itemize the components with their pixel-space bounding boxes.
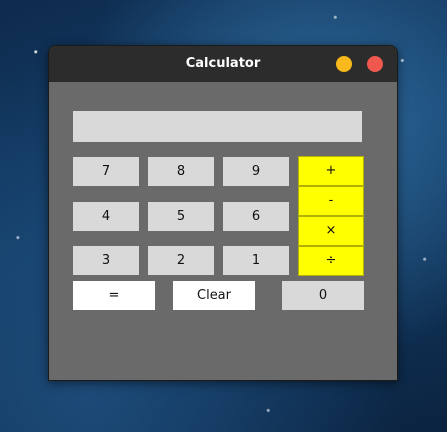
multiply-button[interactable]: × (298, 216, 364, 246)
display-field[interactable] (73, 111, 362, 142)
key-5[interactable]: 5 (148, 202, 214, 231)
close-icon[interactable] (367, 56, 383, 72)
calculator-window: Calculator 7 8 9 4 5 6 3 2 1 + - × ÷ = C… (48, 45, 398, 381)
plus-button[interactable]: + (298, 156, 364, 186)
key-6[interactable]: 6 (223, 202, 289, 231)
equals-button[interactable]: = (73, 281, 155, 310)
title-bar[interactable]: Calculator (49, 46, 397, 82)
key-7[interactable]: 7 (73, 157, 139, 186)
key-8[interactable]: 8 (148, 157, 214, 186)
divide-button[interactable]: ÷ (298, 246, 364, 276)
key-4[interactable]: 4 (73, 202, 139, 231)
key-2[interactable]: 2 (148, 246, 214, 275)
clear-button[interactable]: Clear (173, 281, 255, 310)
key-3[interactable]: 3 (73, 246, 139, 275)
minimize-icon[interactable] (336, 56, 352, 72)
key-0[interactable]: 0 (282, 281, 364, 310)
key-1[interactable]: 1 (223, 246, 289, 275)
minus-button[interactable]: - (298, 186, 364, 216)
key-9[interactable]: 9 (223, 157, 289, 186)
